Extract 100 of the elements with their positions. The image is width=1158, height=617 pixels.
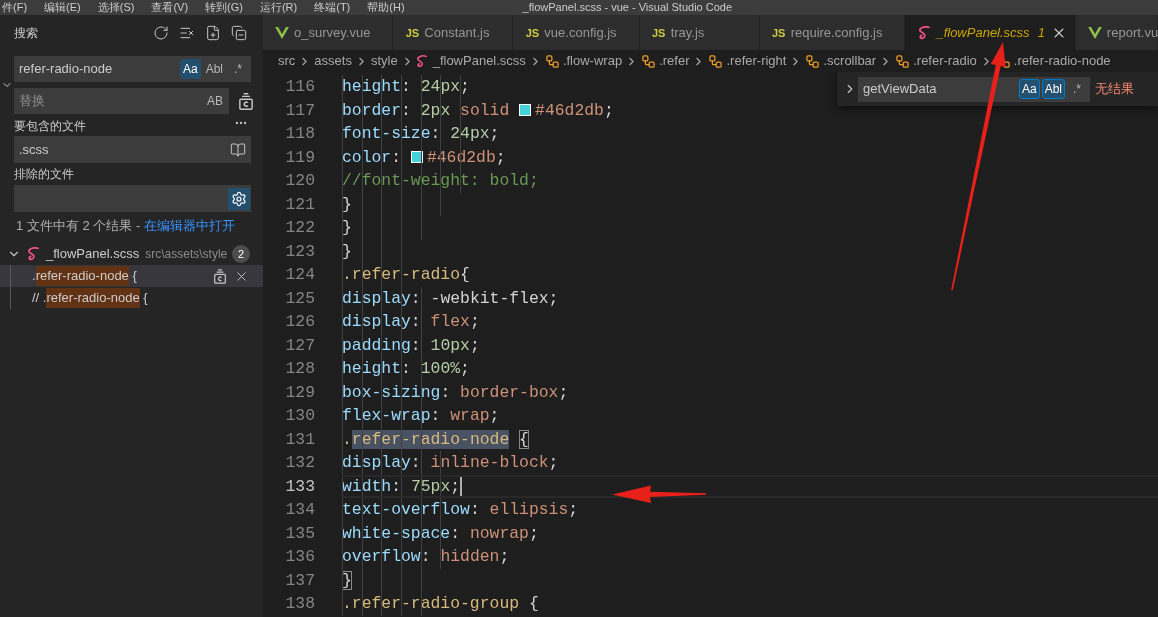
collapse-all-icon[interactable] <box>231 24 247 41</box>
file-name[interactable]: _flowPanel.scss <box>46 244 140 264</box>
find-result: 无结果 <box>1095 80 1134 99</box>
menu-item[interactable]: 终端(T) <box>314 0 351 15</box>
code-text: box-sizing: border-box; <box>342 381 569 403</box>
line-number: 130 <box>284 405 315 427</box>
line-number: 132 <box>284 452 315 474</box>
window-title: _flowPanel.scss - vue - Visual Studio Code <box>522 0 733 15</box>
code-text: } <box>342 217 352 239</box>
menu-item[interactable]: 查看(V) <box>151 0 189 15</box>
refresh-icon[interactable] <box>153 24 169 41</box>
search-match-item[interactable]: // .refer-radio-node { <box>0 287 263 309</box>
replace-field[interactable]: 替换 AB <box>14 88 229 114</box>
linked-boxes-icon <box>895 53 911 69</box>
sass-file-icon <box>918 25 930 40</box>
sass-file-icon <box>416 54 427 68</box>
line-number: 121 <box>284 193 315 216</box>
find-field[interactable]: getViewData Aa Abl .* <box>858 76 1090 102</box>
code-text: #46d2db; <box>426 146 506 168</box>
menu-item[interactable]: 编辑(E) <box>44 0 81 15</box>
file-type-label: JS <box>771 25 786 40</box>
open-in-editor-link[interactable]: 在编辑器中打开 <box>143 218 235 233</box>
menu-item[interactable]: 选择(S) <box>97 0 135 15</box>
breadcrumb-item[interactable]: .refer-radio <box>913 51 977 71</box>
option-toggle[interactable]: .* <box>228 59 248 79</box>
breadcrumb-item[interactable]: .scrollbar <box>823 51 877 71</box>
breadcrumb-item[interactable]: style <box>370 51 398 71</box>
vue-file-icon <box>1087 26 1102 39</box>
linked-boxes-icon <box>708 53 724 69</box>
color-swatch-icon[interactable] <box>410 151 423 164</box>
results-summary: 1 文件中有 2 个结果 - 在编辑器中打开 <box>16 217 235 235</box>
code-text: } <box>342 240 352 262</box>
editor-tab[interactable]: o_survey.vue <box>263 15 394 50</box>
new-file-icon[interactable] <box>205 24 221 41</box>
editor-tab[interactable]: _flowPanel.scss 1 <box>905 15 1076 50</box>
code-text: display: inline-block; <box>342 452 559 474</box>
search-field[interactable]: refer-radio-node Aa Abl .* <box>14 56 251 82</box>
breadcrumb-item[interactable]: _flowPanel.scss <box>432 51 526 71</box>
line-number: 136 <box>284 546 315 568</box>
field-label: 排除的文件 <box>14 166 74 183</box>
linked-boxes-icon <box>805 53 821 69</box>
code-text: height: 24px; <box>342 76 470 98</box>
option-toggle[interactable]: AB <box>204 91 226 111</box>
replace-icon[interactable] <box>214 268 226 284</box>
code-text: .refer-radio{ <box>342 264 470 286</box>
gear-icon[interactable] <box>228 187 250 210</box>
line-number: 116 <box>284 76 315 98</box>
editor-tab[interactable]: report.vu <box>1075 15 1158 50</box>
exclude-field[interactable] <box>14 185 251 212</box>
option-toggle[interactable]: .* <box>1067 79 1087 99</box>
code-text: display: flex; <box>342 311 480 333</box>
line-number: 135 <box>284 522 315 545</box>
code-text: height: 100%; <box>342 358 470 380</box>
code-text: padding: 10px; <box>342 334 480 356</box>
code-text: .refer-radio-group { <box>342 593 539 615</box>
line-number: 126 <box>284 311 315 333</box>
code-text: border: 2px solid <box>342 99 511 121</box>
breadcrumb-item[interactable]: .refer-right <box>726 51 787 71</box>
editor-tab[interactable]: JS require.config.js <box>759 15 906 50</box>
menu-item[interactable]: 转到(G) <box>205 0 243 15</box>
linked-boxes-icon <box>544 53 560 69</box>
line-number: 134 <box>284 499 315 521</box>
result-count: 2 <box>232 245 250 263</box>
line-number: 117 <box>284 99 315 122</box>
line-number: 131 <box>284 428 315 451</box>
option-toggle[interactable]: Abl <box>1041 79 1065 99</box>
editor-tab[interactable]: JS tray.js <box>639 15 760 50</box>
field-label: 要包含的文件 <box>14 118 86 135</box>
code-text: display: -webkit-flex; <box>342 287 559 309</box>
color-swatch-icon[interactable] <box>519 104 532 117</box>
line-number: 122 <box>284 217 315 239</box>
code-text: } <box>342 569 352 591</box>
option-toggle[interactable]: Aa <box>1018 79 1040 99</box>
line-number: 125 <box>284 287 315 310</box>
line-number: 128 <box>284 358 315 380</box>
replace-all-icon[interactable] <box>239 92 253 110</box>
breadcrumb-item[interactable]: .flow-wrap <box>562 51 623 71</box>
code-text: #46d2db; <box>535 99 614 121</box>
include-field[interactable]: .scss <box>14 136 251 163</box>
line-number: 138 <box>284 593 315 615</box>
file-type-label: JS <box>405 25 420 40</box>
option-toggle[interactable]: Aa <box>179 59 201 79</box>
breadcrumb-item[interactable]: .refer-radio-node <box>1013 51 1111 71</box>
breadcrumb-item[interactable]: .refer <box>659 51 690 71</box>
option-toggle[interactable]: Abl <box>202 59 226 79</box>
menu-item[interactable]: 件(F) <box>2 0 28 15</box>
sass-file-icon <box>28 247 39 261</box>
editor-tab[interactable]: JS vue.config.js <box>513 15 640 50</box>
menu-item[interactable]: 帮助(H) <box>367 0 405 15</box>
editor-tab[interactable]: JS Constant.js <box>393 15 514 50</box>
code-text: } <box>342 193 352 215</box>
breadcrumb-item[interactable]: src <box>278 51 296 71</box>
breadcrumb-item[interactable]: assets <box>314 51 352 71</box>
file-type-label: JS <box>525 25 540 40</box>
line-number: 127 <box>284 334 315 357</box>
line-number: 129 <box>284 381 315 404</box>
code-text: width: 75px; <box>342 475 461 497</box>
line-number: 124 <box>284 264 315 286</box>
menu-item[interactable]: 运行(R) <box>259 0 298 15</box>
search-match-item[interactable]: .refer-radio-node { <box>0 265 263 287</box>
